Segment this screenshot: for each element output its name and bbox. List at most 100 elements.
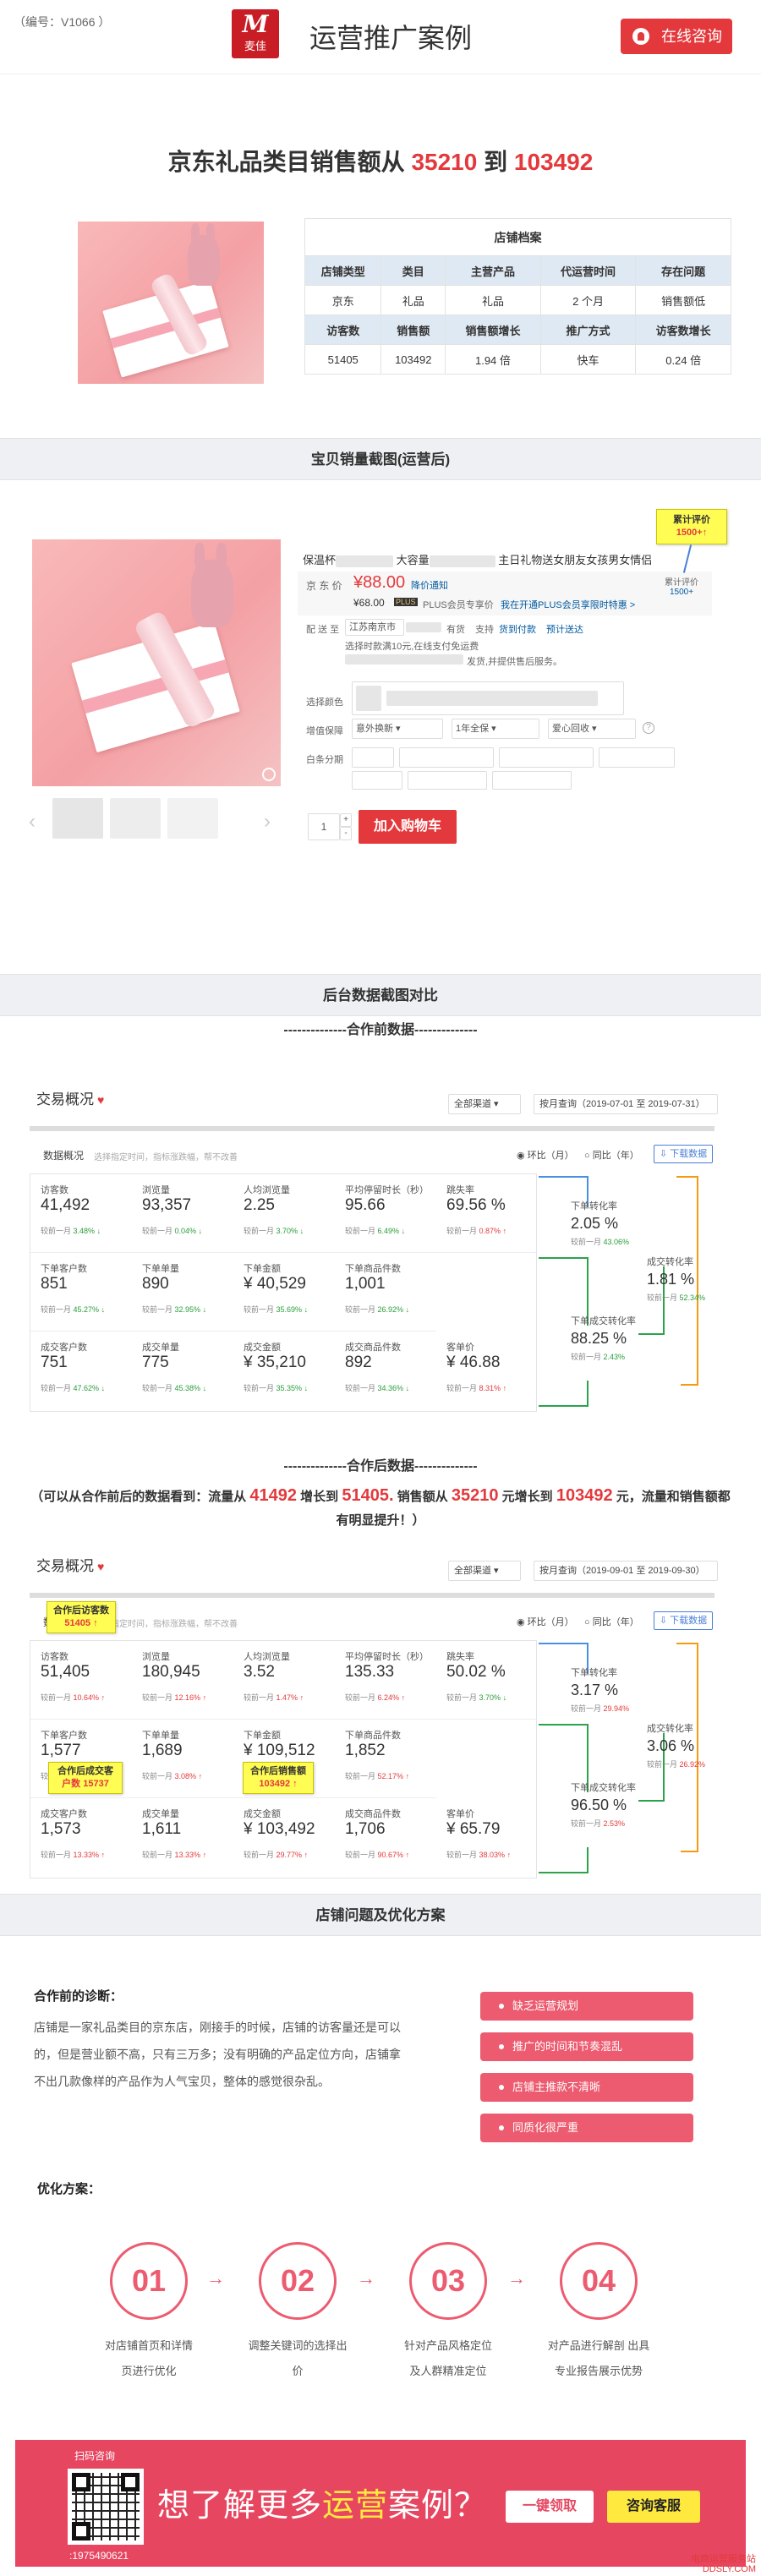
quantity-input[interactable]: 1 [308, 813, 340, 840]
metric-value: 892 [345, 1354, 372, 1371]
color-option[interactable] [352, 681, 624, 715]
metric-cell: 访客数 51,405 较前一月 10.64% ↑ [30, 1641, 132, 1720]
metric-value: 775 [142, 1354, 169, 1371]
metric-change: 较前一月 12.16% ↑ [142, 1693, 207, 1702]
delivery-selector[interactable]: 江苏南京市 [345, 619, 404, 636]
radio-yoy[interactable]: ○ 同比（年） [584, 1615, 639, 1628]
warranty-option[interactable]: 爱心回收 ▾ [548, 719, 636, 739]
installment-option[interactable] [408, 771, 487, 790]
review-annotation: 累计评价 1500+↑ [656, 509, 727, 544]
metric-change: 较前一月 8.31% ↑ [446, 1384, 507, 1392]
metric-label: 客单价 [446, 1809, 474, 1819]
radio-mom[interactable]: ◉ 环比（月） [517, 1615, 574, 1628]
metric-cell: 下单金额 ¥ 40,529 较前一月 35.69% ↓ [233, 1253, 335, 1332]
metric-label: 下单金额 [244, 1731, 281, 1741]
footer-banner: 扫码咨询 :1975490621 想了解更多运营案例？ 一键领取 咨询客服 [15, 2440, 746, 2567]
metric-cell: 跳失率 50.02 % 较前一月 3.70% ↓ [436, 1641, 538, 1720]
metric-change: 较前一月 26.92% ↓ [345, 1305, 410, 1314]
claim-button[interactable]: 一键领取 [506, 2491, 594, 2523]
color-label: 选择颜色 [306, 697, 343, 708]
metric-value: ¥ 65.79 [446, 1820, 501, 1838]
metric-change: 较前一月 0.87% ↑ [446, 1227, 507, 1235]
service-link[interactable]: 货到付款 [499, 622, 536, 636]
table-caption: 店铺档案 [304, 218, 731, 256]
channel-select[interactable]: 全部渠道 ▾ [448, 1561, 521, 1581]
date-range-select[interactable]: 按月查询（2019-07-01 至 2019-07-31） [534, 1094, 718, 1114]
metric-change: 较前一月 6.49% ↓ [345, 1227, 406, 1235]
installment-option[interactable] [352, 747, 394, 768]
service-link[interactable]: 预计送达 [546, 622, 583, 636]
installment-option[interactable] [352, 771, 402, 790]
problem-item: 缺乏运营规划 [480, 1992, 693, 2021]
warranty-option[interactable]: 意外换新 ▾ [352, 719, 443, 739]
after-data-title: --------------合作后数据-------------- [283, 1459, 478, 1474]
metric-change: 较前一月 1.47% ↑ [244, 1693, 304, 1702]
table-header: 销售额增长 [445, 314, 541, 345]
table-cell: 103492 [380, 344, 446, 375]
problem-item: 推广的时间和节奏混乱 [480, 2032, 693, 2061]
installment-option[interactable] [492, 771, 572, 790]
date-range-select[interactable]: 按月查询（2019-09-01 至 2019-09-30） [534, 1561, 718, 1581]
funnel-metric: 下单成交转化率 96.50 % 较前一月 2.53% [571, 1783, 636, 1828]
add-to-cart-button[interactable]: 加入购物车 [359, 810, 457, 844]
plan-title: 优化方案： [37, 2182, 101, 2196]
metric-change: 较前一月 45.27% ↓ [41, 1305, 106, 1314]
table-header: 店铺类型 [304, 255, 382, 286]
thumbnail[interactable] [52, 798, 103, 839]
installment-option[interactable] [499, 747, 594, 768]
download-data-button[interactable]: ⇩ 下载数据 [654, 1611, 713, 1630]
metric-value: 1,573 [41, 1820, 81, 1838]
table-cell: 销售额低 [635, 285, 731, 315]
plus-link[interactable]: 我在开通PLUS会员享限时特惠 > [501, 598, 635, 611]
product-price: ¥88.00 [353, 573, 406, 592]
metric-label: 下单单量 [142, 1264, 179, 1274]
thumbnail[interactable] [110, 798, 161, 839]
amount-annotation: 合作后销售额 103492 ↑ [243, 1762, 314, 1794]
price-notify-link[interactable]: 降价通知 [411, 578, 448, 592]
contact-service-button[interactable]: 咨询客服 [607, 2491, 700, 2523]
review-summary[interactable]: 累计评价 1500+ [665, 575, 698, 597]
installment-option[interactable] [599, 747, 675, 768]
metric-cell: 下单单量 1,689 较前一月 3.08% ↑ [132, 1720, 233, 1798]
step-text: 对产品进行解剖 出具 专业报告展示优势 [547, 2339, 650, 2377]
price-label: 京 东 价 [306, 580, 342, 592]
installment-option[interactable] [399, 747, 494, 768]
warranty-label: 增值保障 [306, 726, 343, 736]
metric-cell: 平均停留时长（秒） 95.66 较前一月 6.49% ↓ [335, 1174, 436, 1253]
table-cell: 京东 [304, 285, 382, 315]
metric-cell: 成交金额 ¥ 35,210 较前一月 35.35% ↓ [233, 1332, 335, 1410]
thumb-prev-icon[interactable]: ‹ [29, 810, 36, 834]
metric-cell: 下单客户数 851 较前一月 45.27% ↓ [30, 1253, 132, 1332]
contact-number: :1975490621 [69, 2550, 129, 2562]
warranty-option[interactable]: 1年全保 ▾ [452, 719, 539, 739]
radio-mom[interactable]: ◉ 环比（月） [517, 1148, 574, 1162]
metric-cell: 成交客户数 1,573 较前一月 13.33% ↑ [30, 1798, 132, 1877]
thumb-next-icon[interactable]: › [264, 810, 271, 834]
qr-code-icon[interactable] [68, 2469, 144, 2545]
metric-value: 1,577 [41, 1742, 81, 1759]
help-icon[interactable]: ? [643, 722, 654, 734]
case-headline: 京东礼品类目销售额从 35210 到 103492 [167, 149, 594, 175]
channel-select[interactable]: 全部渠道 ▾ [448, 1094, 521, 1114]
metric-label: 浏览量 [142, 1652, 170, 1662]
quantity-increase[interactable]: + [340, 813, 352, 827]
step-number: 04 [560, 2242, 638, 2320]
brand-logo[interactable]: M 麦佳 [232, 9, 279, 58]
metric-cell: 下单商品件数 1,852 较前一月 52.17% ↑ [335, 1720, 436, 1798]
quantity-decrease[interactable]: - [340, 827, 352, 840]
arrow-right-icon: → [507, 2267, 526, 2289]
radio-yoy[interactable]: ○ 同比（年） [584, 1148, 639, 1162]
table-header: 推广方式 [539, 314, 637, 345]
download-data-button[interactable]: ⇩ 下载数据 [654, 1145, 713, 1163]
zoom-icon[interactable] [262, 768, 276, 781]
metric-cell: 客单价 ¥ 65.79 较前一月 38.03% ↑ [436, 1798, 538, 1877]
section-bar-backend: 后台数据截图对比 [0, 974, 761, 1016]
thumbnail[interactable] [167, 798, 218, 839]
online-consult-button[interactable]: 在线咨询 [621, 19, 732, 54]
table-cell: 51405 [304, 344, 382, 375]
store-profile-table: 店铺档案 店铺类型 类目 主营产品 代运营时间 存在问题 京东 礼品 礼品 2 个月 销售额低 … [304, 218, 731, 375]
table-header: 类目 [380, 255, 446, 286]
delivery-note: 选择时款满10元,在线支付免运费 [345, 642, 479, 652]
metric-value: ¥ 46.88 [446, 1354, 501, 1371]
site-watermark: 电商运营服务站 DDSLY.COM [691, 2554, 756, 2574]
